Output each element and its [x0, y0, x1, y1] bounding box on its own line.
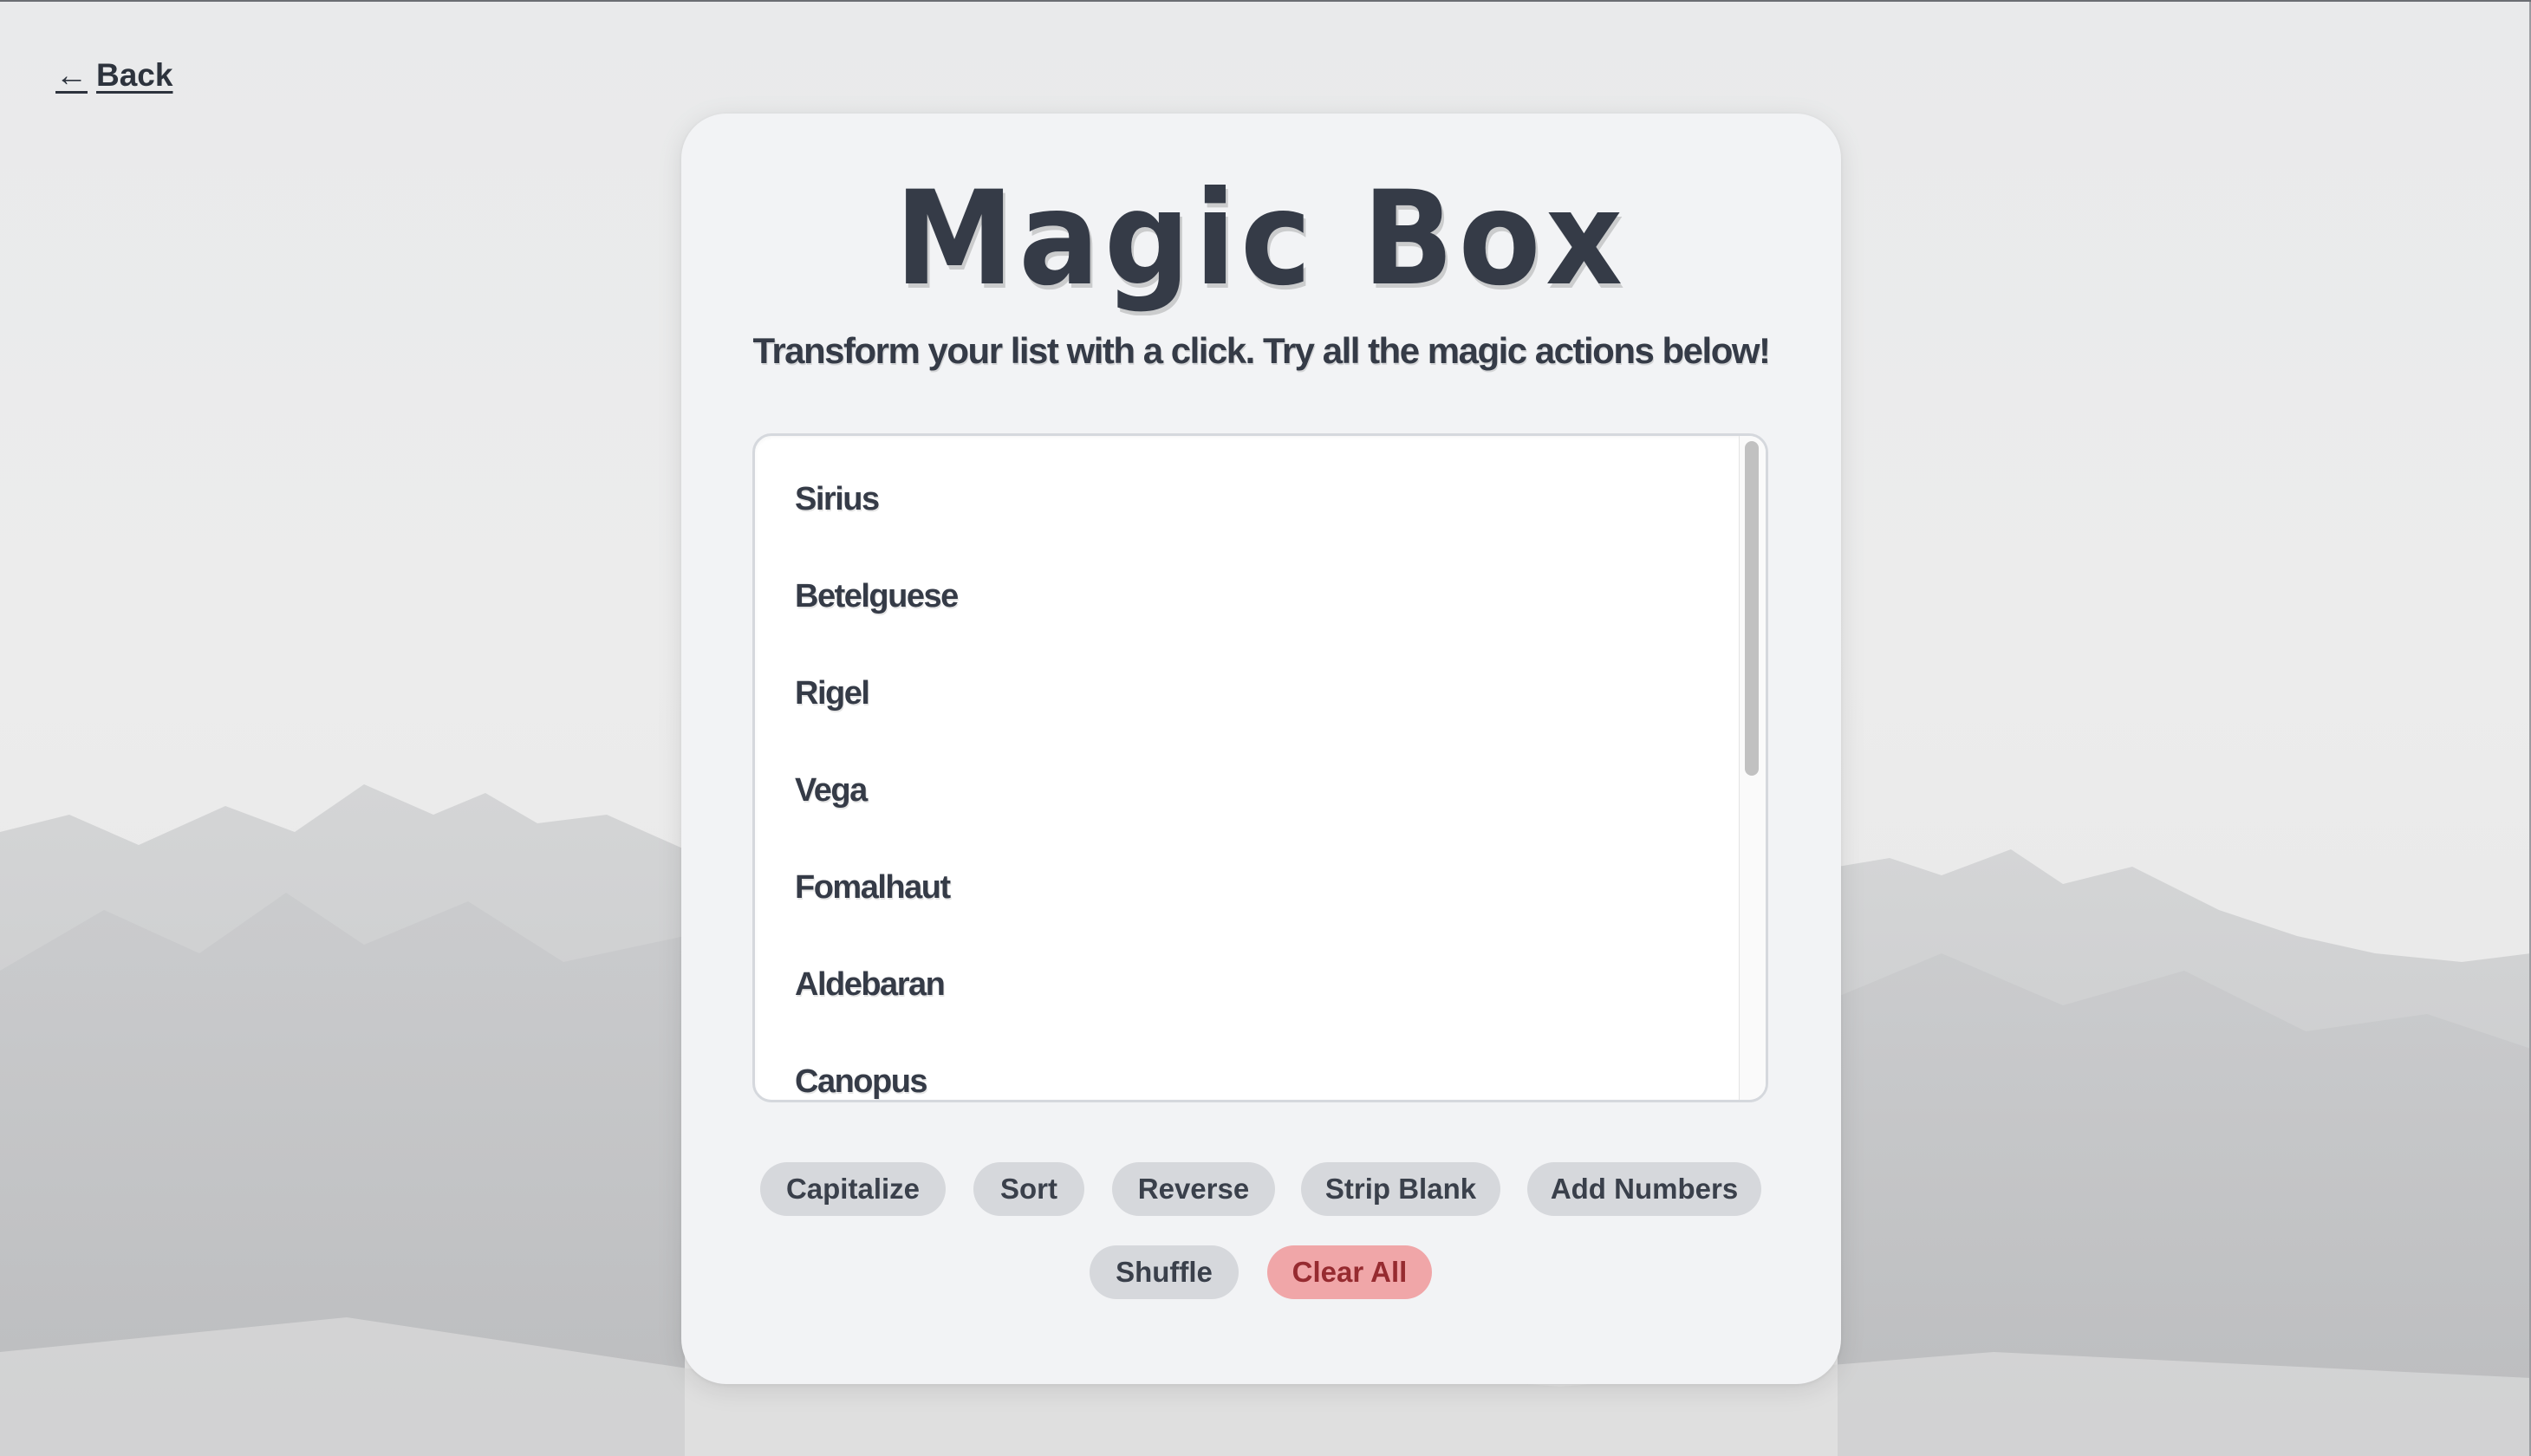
- list-editor[interactable]: Sirius Betelguese Rigel Vega Fomalhaut A…: [752, 433, 1768, 1102]
- back-label: Back: [96, 57, 173, 93]
- shuffle-button[interactable]: Shuffle: [1090, 1245, 1239, 1299]
- list-item[interactable]: Betelguese: [795, 578, 959, 615]
- page-title: Magic Box: [895, 164, 1628, 315]
- list-item[interactable]: Rigel: [795, 675, 870, 712]
- capitalize-button[interactable]: Capitalize: [760, 1162, 946, 1216]
- reverse-button[interactable]: Reverse: [1112, 1162, 1275, 1216]
- top-border: [0, 0, 2531, 2]
- strip-blank-button[interactable]: Strip Blank: [1301, 1162, 1500, 1216]
- sort-button[interactable]: Sort: [973, 1162, 1084, 1216]
- add-numbers-button[interactable]: Add Numbers: [1527, 1162, 1761, 1216]
- list-item[interactable]: Fomalhaut: [795, 869, 951, 907]
- list-item[interactable]: Sirius: [795, 481, 880, 518]
- arrow-left-icon: ←: [55, 57, 88, 93]
- list-items: Sirius Betelguese Rigel Vega Fomalhaut A…: [755, 436, 1743, 1100]
- list-scrollbar[interactable]: [1739, 436, 1766, 1100]
- list-item[interactable]: Vega: [795, 772, 868, 809]
- magic-box-card: Magic Box Transform your list with a cli…: [681, 114, 1841, 1384]
- list-item[interactable]: Aldebaran: [795, 966, 946, 1004]
- back-link[interactable]: ← Back: [55, 57, 172, 94]
- scrollbar-thumb[interactable]: [1745, 441, 1759, 776]
- page-subtitle: Transform your list with a click. Try al…: [752, 330, 1771, 371]
- list-item[interactable]: Canopus: [795, 1063, 928, 1100]
- clear-all-button[interactable]: Clear All: [1267, 1245, 1432, 1299]
